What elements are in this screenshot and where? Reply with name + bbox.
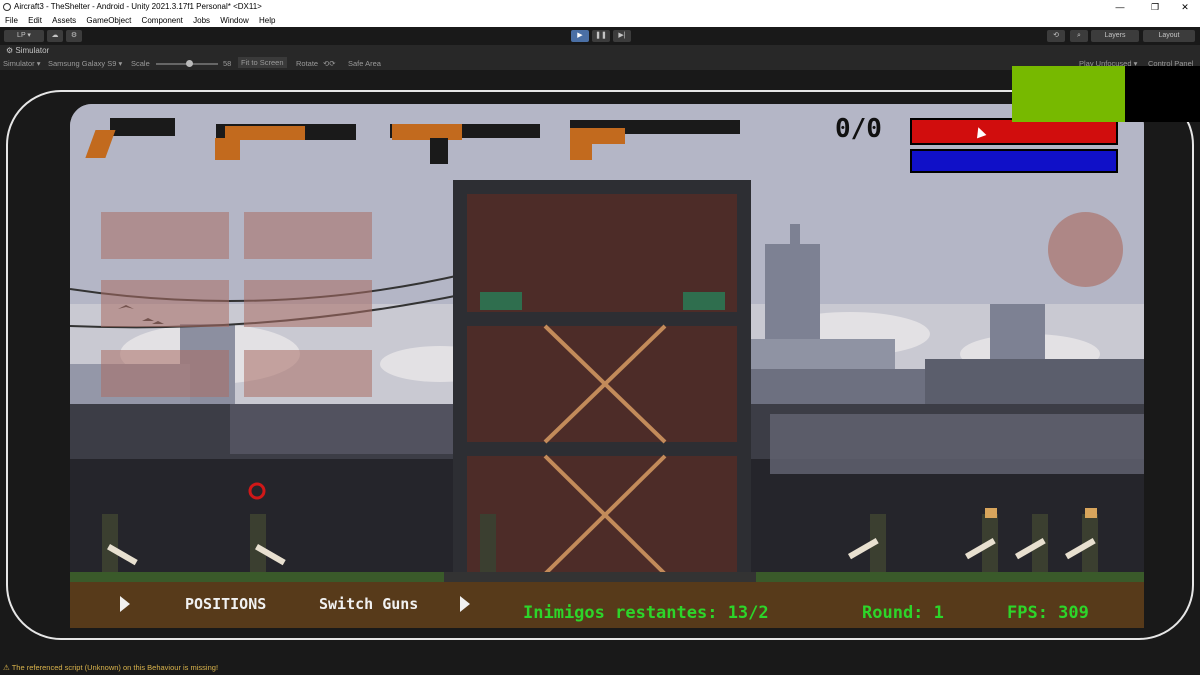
joystick[interactable] xyxy=(1048,212,1123,287)
ammo-counter: 0/0 xyxy=(835,114,882,144)
positions-button[interactable]: POSITIONS xyxy=(185,595,266,613)
layout-dropdown[interactable]: Layout xyxy=(1143,30,1195,42)
title-bar: Aircraft3 - TheShelter - Android - Unity… xyxy=(0,0,1200,14)
menu-gameobject[interactable]: GameObject xyxy=(86,14,131,27)
health-bar-fill xyxy=(912,120,1116,143)
tab-simulator[interactable]: Simulator xyxy=(15,46,49,55)
hud-slot-3[interactable] xyxy=(101,280,229,327)
hud-slot-2[interactable] xyxy=(244,212,372,259)
account-dropdown[interactable]: LP ▾ xyxy=(4,30,44,42)
hud-slot-4[interactable] xyxy=(244,280,372,327)
menu-assets[interactable]: Assets xyxy=(52,14,76,27)
unity-icon xyxy=(3,3,11,11)
menu-file[interactable]: File xyxy=(5,14,18,27)
status-bar: ⚠ The referenced script (Unknown) on thi… xyxy=(0,660,1200,675)
minimize-button[interactable]: — xyxy=(1105,0,1135,14)
round-counter: Round: 1 xyxy=(862,603,944,623)
menu-jobs[interactable]: Jobs xyxy=(193,14,210,27)
arrow-right-icon[interactable] xyxy=(120,596,130,612)
game-screen[interactable] xyxy=(70,104,1144,628)
shield-bar-fill xyxy=(912,151,1116,171)
overlay-green-block xyxy=(1012,66,1125,122)
simulator-icon: ⚙ xyxy=(6,46,14,55)
pause-button[interactable]: ❚❚ xyxy=(592,30,610,42)
safe-area-toggle[interactable]: Safe Area xyxy=(348,57,381,70)
search-icon[interactable]: ⌕ xyxy=(1070,30,1088,42)
cloud-icon[interactable]: ☁ xyxy=(47,30,63,42)
step-button[interactable]: ▶| xyxy=(613,30,631,42)
toolbar: LP ▾ ☁ ⚙ ▶ ❚❚ ▶| ⟲ ⌕ Layers Layout xyxy=(0,27,1200,45)
close-button[interactable]: ✕ xyxy=(1170,0,1200,14)
maximize-button[interactable]: ❐ xyxy=(1140,0,1170,14)
layers-dropdown[interactable]: Layers xyxy=(1091,30,1139,42)
menu-window[interactable]: Window xyxy=(220,14,248,27)
status-message[interactable]: The referenced script (Unknown) on this … xyxy=(12,663,218,672)
history-icon[interactable]: ⟲ xyxy=(1047,30,1065,42)
collab-icon[interactable]: ⚙ xyxy=(66,30,82,42)
window-title: Aircraft3 - TheShelter - Android - Unity… xyxy=(14,2,262,11)
scale-slider-handle[interactable] xyxy=(186,60,193,67)
scale-value: 58 xyxy=(223,59,232,68)
overlay-black-block xyxy=(1125,66,1200,122)
enemies-remaining: Inimigos restantes: 13/2 xyxy=(523,603,769,623)
menu-edit[interactable]: Edit xyxy=(28,14,42,27)
health-bar xyxy=(910,118,1118,145)
hud-slot-6[interactable] xyxy=(244,350,372,397)
tab-bar: ⚙ Simulator xyxy=(0,45,1200,57)
hud-slot-1[interactable] xyxy=(101,212,229,259)
play-button[interactable]: ▶ xyxy=(571,30,589,42)
device-dropdown[interactable]: Samsung Galaxy S9 ▾ xyxy=(48,57,122,70)
switch-guns-button[interactable]: Switch Guns xyxy=(319,595,418,613)
fit-to-screen-button[interactable]: Fit to Screen xyxy=(238,57,287,68)
hud-slot-5[interactable] xyxy=(101,350,229,397)
menu-component[interactable]: Component xyxy=(142,14,183,27)
game-scene xyxy=(70,104,1144,628)
menu-bar: File Edit Assets GameObject Component Jo… xyxy=(0,14,1200,27)
fps-counter: FPS: 309 xyxy=(1007,603,1089,623)
arrow-right-icon-2[interactable] xyxy=(460,596,470,612)
rotate-icon[interactable]: ⟲⟳ xyxy=(323,57,336,70)
warning-icon: ⚠ xyxy=(3,663,10,672)
mode-dropdown[interactable]: Simulator ▾ xyxy=(3,57,41,70)
menu-help[interactable]: Help xyxy=(259,14,275,27)
scale-label: Scale xyxy=(131,59,150,68)
shield-bar xyxy=(910,149,1118,173)
rotate-label: Rotate xyxy=(296,59,319,68)
